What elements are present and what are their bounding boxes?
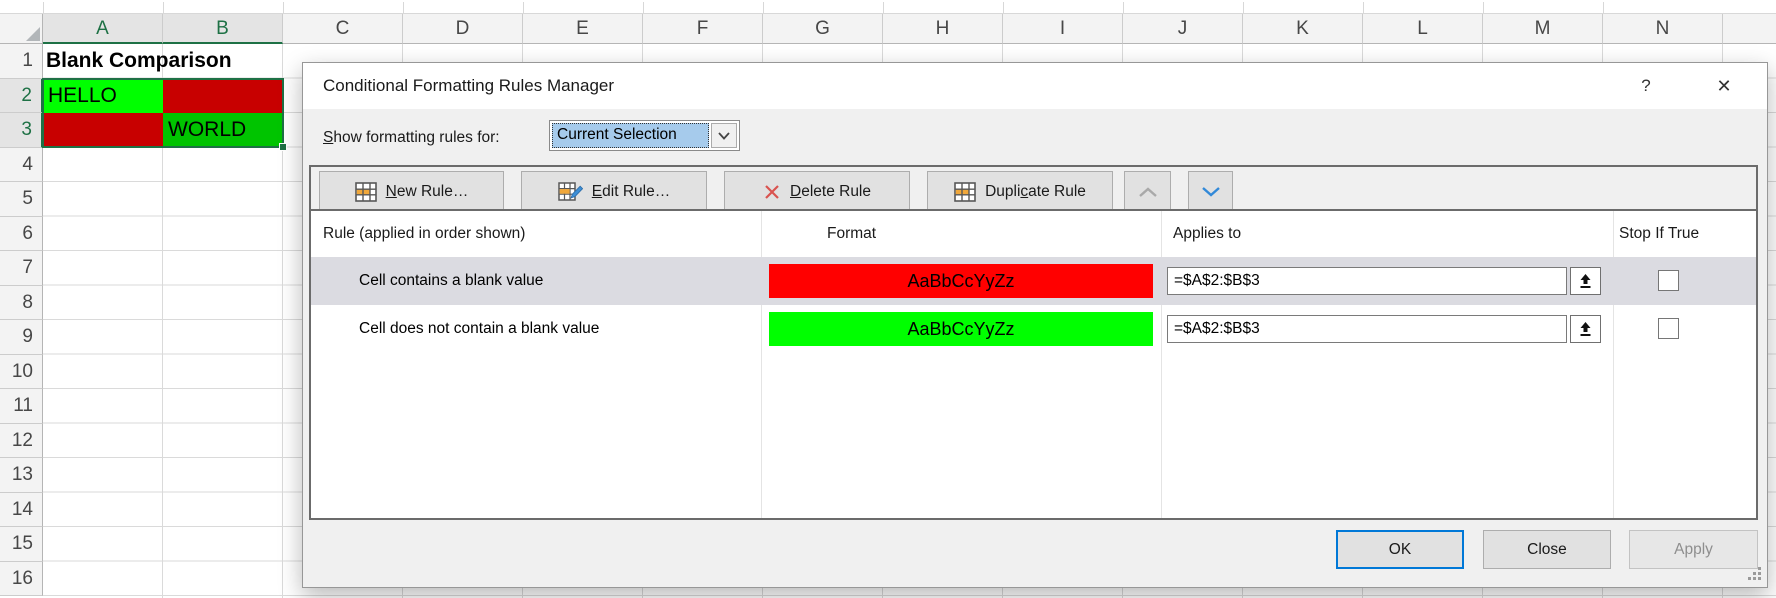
format-preview: AaBbCcYyZz — [769, 264, 1153, 298]
row-header-2[interactable]: 2 — [0, 79, 43, 114]
row-header-8[interactable]: 8 — [0, 286, 43, 321]
dialog-title: Conditional Formatting Rules Manager — [323, 63, 614, 109]
delete-rule-label: Delete Rule — [790, 183, 871, 201]
edit-rule-button[interactable]: Edit Rule… — [521, 171, 707, 213]
column-header-h[interactable]: H — [883, 14, 1003, 44]
show-rules-dropdown[interactable]: Current Selection — [549, 120, 740, 151]
row-header-1[interactable]: 1 — [0, 44, 43, 79]
column-header-b[interactable]: B — [163, 14, 283, 44]
row-header-9[interactable]: 9 — [0, 320, 43, 355]
list-header-stop-if-true: Stop If True — [1619, 211, 1699, 257]
row-header-13[interactable]: 13 — [0, 458, 43, 493]
applies-to-input[interactable]: =$A$2:$B$3 — [1167, 315, 1567, 343]
duplicate-rule-button[interactable]: Duplicate Rule — [927, 171, 1113, 213]
delete-x-icon — [763, 183, 781, 201]
select-all-corner[interactable] — [0, 14, 43, 44]
column-header-l[interactable]: L — [1363, 14, 1483, 44]
formula-bar-bottom-strip — [0, 0, 1776, 14]
column-header-a[interactable]: A — [43, 14, 163, 44]
row-header-16[interactable]: 16 — [0, 562, 43, 597]
row-header-10[interactable]: 10 — [0, 355, 43, 390]
column-header-filler — [1723, 14, 1776, 44]
conditional-formatting-rules-manager-dialog: Conditional Formatting Rules Manager ? ✕… — [302, 62, 1768, 588]
new-rule-button[interactable]: New Rule… — [319, 171, 504, 213]
cell-b3[interactable]: WORLD — [163, 113, 283, 148]
column-header-g[interactable]: G — [763, 14, 883, 44]
table-duplicate-icon — [954, 182, 976, 202]
rules-list-headers: Rule (applied in order shown) Format Appli… — [311, 211, 1756, 257]
excel-window: ABCDEFGHIJKLMN 12345678910111213141516 B… — [0, 0, 1776, 598]
applies-to-input[interactable]: =$A$2:$B$3 — [1167, 267, 1567, 295]
row-header-6[interactable]: 6 — [0, 217, 43, 252]
show-rules-label: Show formatting rules for: — [323, 129, 500, 147]
column-header-k[interactable]: K — [1243, 14, 1363, 44]
rule-row[interactable]: Cell contains a blank value AaBbCcYyZz =$A… — [311, 257, 1756, 305]
range-select-arrow-icon — [1578, 321, 1593, 337]
list-header-applies-to: Applies to — [1173, 211, 1241, 257]
rule-description: Cell contains a blank value — [359, 257, 543, 305]
help-icon[interactable]: ? — [1626, 63, 1666, 109]
edit-rule-label: Edit Rule… — [592, 183, 670, 201]
cell-a2[interactable]: HELLO — [43, 79, 163, 114]
collapse-dialog-button[interactable] — [1570, 315, 1601, 343]
format-preview: AaBbCcYyZz — [769, 312, 1153, 346]
close-icon[interactable]: ✕ — [1704, 63, 1744, 109]
move-rule-down-button[interactable] — [1188, 171, 1233, 213]
column-header-c[interactable]: C — [283, 14, 403, 44]
rule-row[interactable]: Cell does not contain a blank value AaBbC… — [311, 305, 1756, 353]
range-select-arrow-icon — [1578, 273, 1593, 289]
cell-a1-title[interactable]: Blank Comparison — [46, 44, 232, 79]
dialog-titlebar[interactable]: Conditional Formatting Rules Manager ? ✕ — [303, 63, 1767, 109]
apply-button: Apply — [1629, 530, 1758, 569]
duplicate-rule-label: Duplicate Rule — [985, 183, 1086, 201]
chevron-down-icon — [1200, 186, 1222, 198]
rules-frame: New Rule… Edit Rule… Delete Rule Duplicate … — [309, 165, 1758, 520]
applies-to-field: =$A$2:$B$3 — [1167, 315, 1601, 343]
delete-rule-button[interactable]: Delete Rule — [724, 171, 910, 213]
chevron-up-icon — [1137, 186, 1159, 198]
column-header-m[interactable]: M — [1483, 14, 1603, 44]
row-header-12[interactable]: 12 — [0, 424, 43, 459]
row-header-11[interactable]: 11 — [0, 389, 43, 424]
new-rule-label: New Rule… — [386, 183, 469, 201]
column-header-i[interactable]: I — [1003, 14, 1123, 44]
row-header-5[interactable]: 5 — [0, 182, 43, 217]
column-header-j[interactable]: J — [1123, 14, 1243, 44]
column-header-e[interactable]: E — [523, 14, 643, 44]
move-rule-up-button[interactable] — [1124, 171, 1171, 213]
row-header-3[interactable]: 3 — [0, 113, 43, 148]
stop-if-true-checkbox[interactable] — [1658, 318, 1679, 339]
column-header-n[interactable]: N — [1603, 14, 1723, 44]
close-button[interactable]: Close — [1483, 530, 1611, 569]
applies-to-field: =$A$2:$B$3 — [1167, 267, 1601, 295]
row-header-4[interactable]: 4 — [0, 148, 43, 183]
column-header-f[interactable]: F — [643, 14, 763, 44]
column-header-d[interactable]: D — [403, 14, 523, 44]
row-header-15[interactable]: 15 — [0, 527, 43, 562]
rules-list: Rule (applied in order shown) Format Appli… — [311, 209, 1756, 518]
row-header-7[interactable]: 7 — [0, 251, 43, 286]
select-all-triangle-icon — [26, 27, 40, 41]
list-header-rule: Rule (applied in order shown) — [323, 211, 525, 257]
cell-a3[interactable] — [43, 113, 163, 148]
row-headers: 12345678910111213141516 — [0, 44, 43, 598]
list-header-format: Format — [827, 211, 876, 257]
cell-b2[interactable] — [163, 79, 283, 114]
show-rules-selected-value: Current Selection — [552, 123, 709, 148]
stop-if-true-checkbox[interactable] — [1658, 270, 1679, 291]
table-new-icon — [355, 182, 377, 202]
rule-description: Cell does not contain a blank value — [359, 305, 599, 353]
table-edit-icon — [558, 182, 583, 202]
ok-button[interactable]: OK — [1336, 530, 1464, 569]
collapse-dialog-button[interactable] — [1570, 267, 1601, 295]
row-header-14[interactable]: 14 — [0, 493, 43, 528]
chevron-down-icon[interactable] — [711, 123, 737, 148]
column-headers: ABCDEFGHIJKLMN — [0, 14, 1776, 44]
resize-grip-icon[interactable] — [1758, 577, 1761, 580]
